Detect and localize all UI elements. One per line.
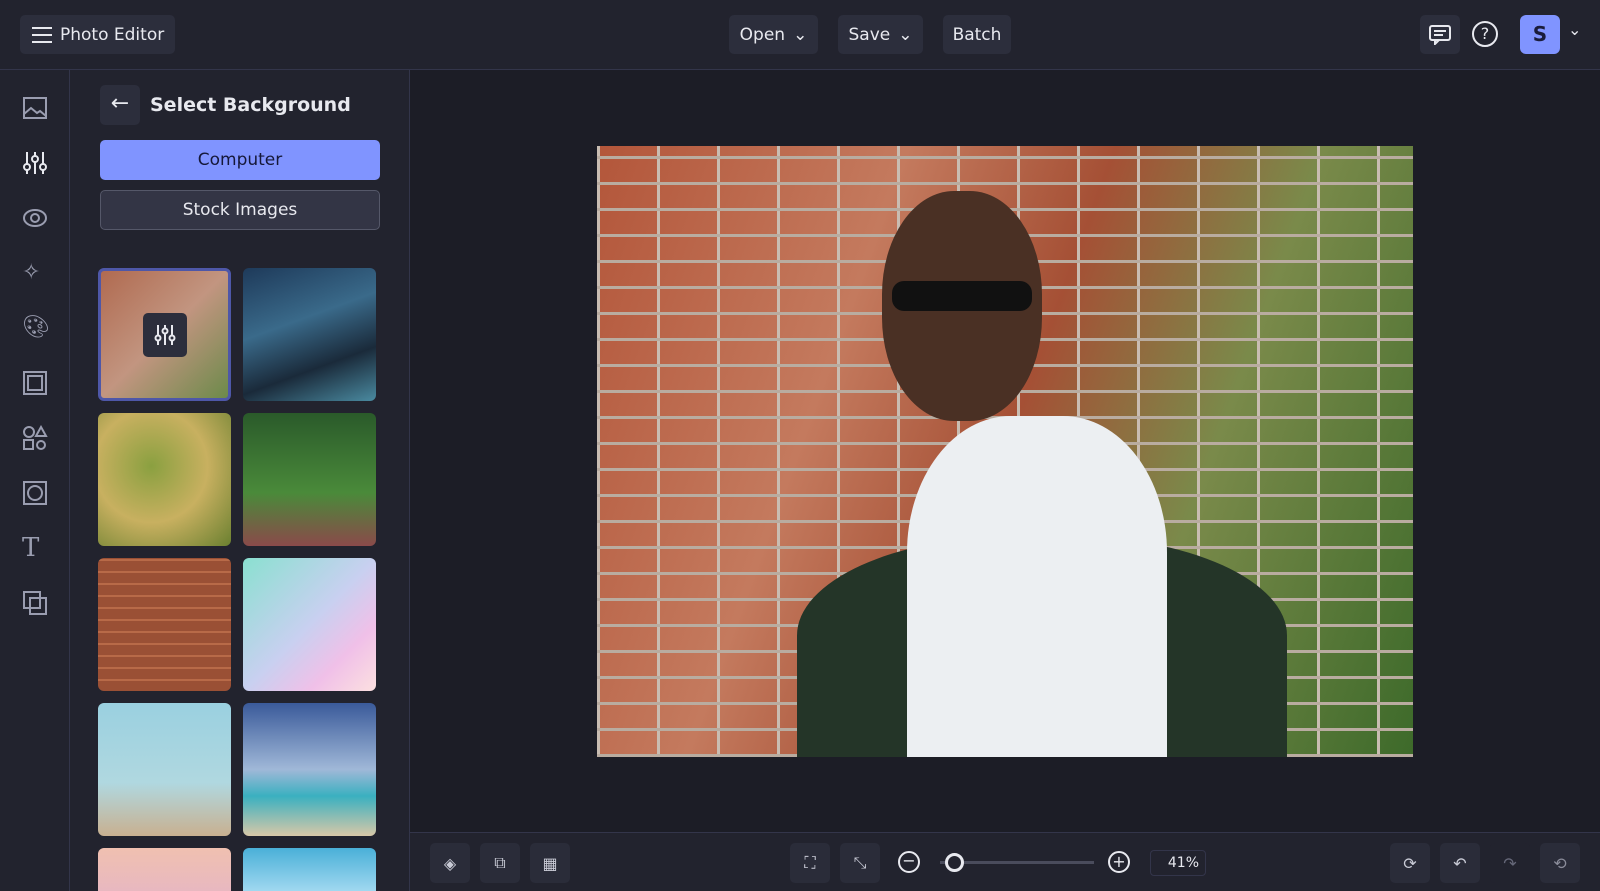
photo-subject-sunglasses — [892, 281, 1032, 311]
history-icon: ⟲ — [1553, 853, 1567, 873]
top-bar: Photo Editor Open ⌄ Save ⌄ Batch ? S ⌄ — [0, 0, 1600, 70]
bottom-toolbar: ◈ ⧉ ▦ ⛶ ⤡ − + 41% ⟳ ↶ ↷ ⟲ — [410, 832, 1600, 891]
reset-button[interactable]: ⟳ — [1390, 843, 1430, 883]
text-icon[interactable]: T — [22, 533, 48, 563]
background-thumb-green-leaves[interactable] — [243, 413, 376, 546]
zoom-value[interactable]: 41% — [1150, 850, 1206, 876]
expand-icon: ⛶ — [804, 853, 816, 872]
background-thumb-beach-person[interactable] — [98, 703, 231, 836]
zoom-slider-thumb[interactable] — [945, 853, 965, 872]
eye-icon[interactable] — [22, 205, 48, 231]
background-thumb-city-night[interactable] — [243, 268, 376, 401]
background-panel: ← Select Background Computer Stock Image… — [70, 70, 410, 891]
grid-button[interactable]: ▦ — [530, 843, 570, 883]
panel-title: Select Background — [150, 94, 351, 116]
arrow-left-icon: ← — [110, 91, 130, 116]
background-thumb-brick[interactable] — [98, 558, 231, 691]
background-thumb-gradient[interactable] — [243, 558, 376, 691]
frame-icon[interactable] — [22, 370, 48, 396]
shapes-icon[interactable] — [22, 425, 48, 451]
comment-icon — [1429, 24, 1451, 45]
redo-icon: ↷ — [1503, 853, 1517, 873]
photo-subject-shirt — [907, 416, 1167, 757]
computer-button[interactable]: Computer — [100, 140, 380, 180]
back-button[interactable]: ← — [100, 85, 140, 125]
adjust-thumb-button[interactable] — [143, 313, 187, 357]
background-thumb-pink-sky[interactable] — [98, 848, 231, 891]
duplicate-button[interactable]: ⧉ — [480, 843, 520, 883]
texture-icon[interactable] — [22, 480, 48, 506]
undo-button[interactable]: ↶ — [1440, 843, 1480, 883]
chevron-down-icon: ⌄ — [793, 24, 808, 45]
background-thumb-blue-sky[interactable] — [243, 848, 376, 891]
background-thumb-beach-sky[interactable] — [243, 703, 376, 836]
refresh-icon: ⟳ — [1403, 853, 1417, 873]
adjustments-icon[interactable] — [22, 150, 48, 176]
history-button[interactable]: ⟲ — [1540, 843, 1580, 883]
stock-images-button[interactable]: Stock Images — [100, 190, 380, 230]
actual-size-button[interactable]: ⤡ — [840, 843, 880, 883]
hamburger-icon — [32, 26, 52, 43]
tool-rail: ✧ 🎨︎ T — [0, 70, 70, 891]
account-chevron-icon[interactable]: ⌄ — [1568, 20, 1581, 39]
save-button[interactable]: Save ⌄ — [838, 15, 923, 54]
redo-button[interactable]: ↷ — [1490, 843, 1530, 883]
zoom-slider[interactable] — [940, 853, 1094, 872]
canvas-photo[interactable] — [597, 146, 1413, 757]
grid-icon: ▦ — [542, 853, 558, 873]
background-thumb-brick-ivy[interactable] — [98, 268, 231, 401]
zoom-out-icon[interactable]: − — [898, 851, 920, 873]
palette-icon[interactable]: 🎨︎ — [22, 315, 50, 341]
help-icon[interactable]: ? — [1472, 21, 1498, 47]
undo-icon: ↶ — [1453, 853, 1467, 873]
app-title: Photo Editor — [60, 24, 165, 45]
comments-button[interactable] — [1420, 15, 1460, 54]
open-label: Open — [739, 24, 786, 45]
layers-icon: ◈ — [443, 853, 457, 873]
overlay-icon[interactable] — [22, 590, 48, 616]
chevron-down-icon: ⌄ — [898, 24, 913, 45]
image-icon[interactable] — [22, 95, 48, 121]
avatar[interactable]: S — [1520, 15, 1560, 54]
sparkle-effects-icon[interactable]: ✧ — [22, 260, 48, 286]
menu-button[interactable]: Photo Editor — [20, 15, 175, 54]
background-thumb-ivy-wall[interactable] — [98, 413, 231, 546]
layers-button[interactable]: ◈ — [430, 843, 470, 883]
duplicate-icon: ⧉ — [494, 853, 506, 872]
adjustments-icon — [154, 325, 176, 345]
collapse-icon: ⤡ — [853, 853, 867, 872]
fit-screen-button[interactable]: ⛶ — [790, 843, 830, 883]
batch-button[interactable]: Batch — [943, 15, 1011, 54]
open-button[interactable]: Open ⌄ — [729, 15, 818, 54]
zoom-in-icon[interactable]: + — [1108, 851, 1130, 873]
save-label: Save — [848, 24, 891, 45]
